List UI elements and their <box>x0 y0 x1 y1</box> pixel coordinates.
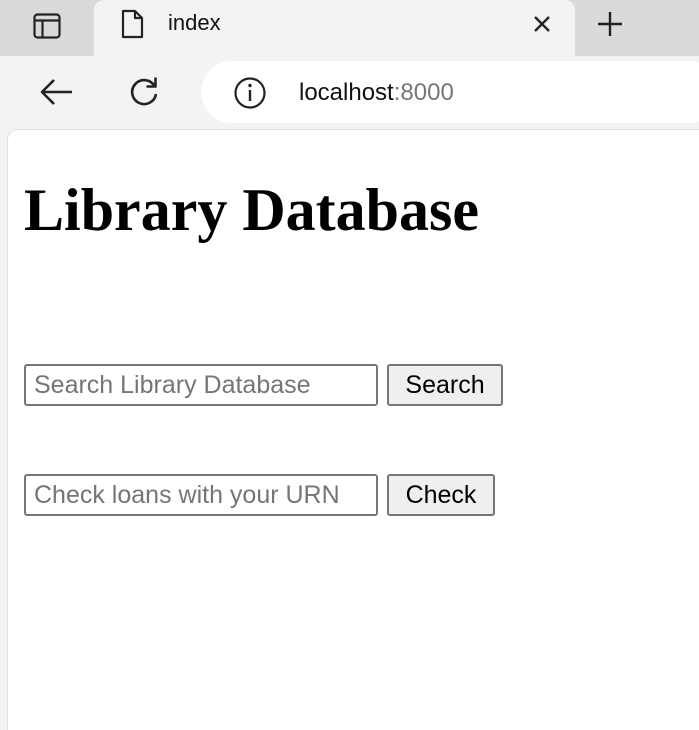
back-arrow-icon <box>40 79 72 105</box>
address-bar[interactable]: localhost:8000 <box>201 61 699 123</box>
tab-title: index <box>168 10 221 35</box>
refresh-icon <box>130 77 158 106</box>
url-host: localhost <box>299 79 394 106</box>
page-title: Library Database <box>24 177 479 243</box>
back-button[interactable] <box>36 72 76 112</box>
urn-input[interactable] <box>24 474 378 516</box>
tab-actions-button[interactable] <box>0 0 94 52</box>
page-content: Library Database Search Check <box>8 130 699 730</box>
page-icon <box>121 9 144 39</box>
search-button[interactable]: Search <box>387 364 503 406</box>
tab-strip: index <box>0 0 699 56</box>
refresh-button[interactable] <box>124 72 164 112</box>
url-port: :8000 <box>393 79 454 106</box>
plus-icon <box>598 12 622 36</box>
browser-toolbar: localhost:8000 <box>0 56 699 130</box>
close-icon <box>534 16 550 32</box>
tab-actions-icon <box>33 13 61 39</box>
loan-check-form: Check <box>24 474 495 516</box>
search-form: Search <box>24 364 503 406</box>
tab-close-button[interactable] <box>527 9 557 39</box>
url-text: localhost:8000 <box>299 80 454 106</box>
search-input[interactable] <box>24 364 378 406</box>
info-icon[interactable] <box>233 76 267 110</box>
new-tab-button[interactable] <box>590 4 630 44</box>
active-tab[interactable]: index <box>94 0 575 56</box>
check-button[interactable]: Check <box>387 474 495 516</box>
